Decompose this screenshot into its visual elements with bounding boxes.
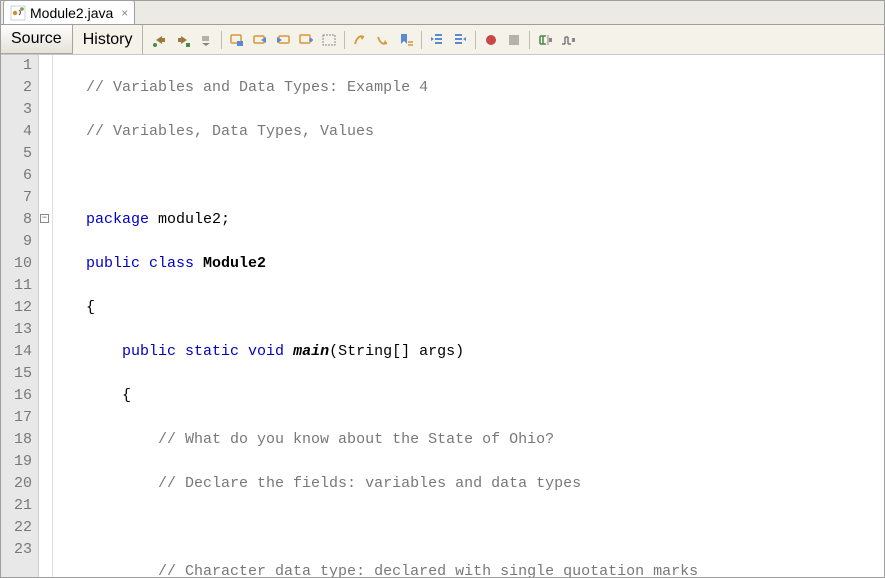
toggle-highlight-icon[interactable] xyxy=(295,29,317,51)
code-text: public class xyxy=(86,255,203,272)
stop-macro-icon[interactable] xyxy=(503,29,525,51)
code-content[interactable]: // Variables and Data Types: Example 4 /… xyxy=(53,55,884,577)
java-file-icon xyxy=(10,5,26,21)
line-number: 17 xyxy=(9,407,32,429)
line-number: 1 xyxy=(9,55,32,77)
line-number: 21 xyxy=(9,495,32,517)
prev-bookmark-icon[interactable] xyxy=(349,29,371,51)
find-selection-icon[interactable] xyxy=(226,29,248,51)
code-text: module2; xyxy=(149,211,230,228)
line-number: 4 xyxy=(9,121,32,143)
line-number: 23 xyxy=(9,539,32,561)
comment-icon[interactable] xyxy=(534,29,556,51)
editor-toolbar xyxy=(143,25,579,54)
view-toolbar-row: Source History xyxy=(1,25,884,55)
line-number: 16 xyxy=(9,385,32,407)
file-tab-label: Module2.java xyxy=(30,5,113,21)
dropdown-icon[interactable] xyxy=(195,29,217,51)
code-text: public static xyxy=(122,343,248,360)
shift-left-icon[interactable] xyxy=(426,29,448,51)
line-number: 19 xyxy=(9,451,32,473)
start-macro-icon[interactable] xyxy=(480,29,502,51)
code-text: // Character data type: declared with si… xyxy=(158,563,698,577)
code-text: void xyxy=(248,343,293,360)
find-prev-icon[interactable] xyxy=(249,29,271,51)
toggle-bookmark-icon[interactable] xyxy=(395,29,417,51)
shift-right-icon[interactable] xyxy=(449,29,471,51)
toolbar-separator xyxy=(344,31,345,49)
line-number: 3 xyxy=(9,99,32,121)
toolbar-separator xyxy=(421,31,422,49)
file-tab[interactable]: Module2.java × xyxy=(3,0,135,24)
line-number: 14 xyxy=(9,341,32,363)
code-text: package xyxy=(86,211,149,228)
code-text: { xyxy=(86,299,95,316)
line-number: 11 xyxy=(9,275,32,297)
toolbar-separator xyxy=(221,31,222,49)
line-number: 8 xyxy=(9,209,32,231)
code-text: Module2 xyxy=(203,255,266,272)
line-number: 6 xyxy=(9,165,32,187)
uncomment-icon[interactable] xyxy=(557,29,579,51)
code-text: // Declare the fields: variables and dat… xyxy=(158,475,581,492)
line-number: 20 xyxy=(9,473,32,495)
code-text: // Variables and Data Types: Example 4 xyxy=(86,79,428,96)
code-editor[interactable]: 1 2 3 4 5 6 7 8 9 10 11 12 13 14 15 16 1… xyxy=(1,55,884,577)
code-text: (String[] args) xyxy=(329,343,464,360)
toggle-rect-selection-icon[interactable] xyxy=(318,29,340,51)
line-number: 2 xyxy=(9,77,32,99)
fold-column: − xyxy=(39,55,53,577)
file-tab-bar: Module2.java × xyxy=(1,1,884,25)
close-icon[interactable]: × xyxy=(117,6,128,20)
toolbar-separator xyxy=(475,31,476,49)
fold-toggle-icon[interactable]: − xyxy=(40,214,49,223)
next-bookmark-icon[interactable] xyxy=(372,29,394,51)
nav-forward-icon[interactable] xyxy=(172,29,194,51)
code-text: main xyxy=(293,343,329,360)
line-number: 22 xyxy=(9,517,32,539)
line-number: 15 xyxy=(9,363,32,385)
line-number: 5 xyxy=(9,143,32,165)
code-text: // What do you know about the State of O… xyxy=(158,431,554,448)
tab-history[interactable]: History xyxy=(73,25,144,54)
find-next-icon[interactable] xyxy=(272,29,294,51)
line-number: 10 xyxy=(9,253,32,275)
tab-source[interactable]: Source xyxy=(1,25,73,54)
nav-back-icon[interactable] xyxy=(149,29,171,51)
line-number: 13 xyxy=(9,319,32,341)
code-text: // Variables, Data Types, Values xyxy=(86,123,374,140)
line-number: 9 xyxy=(9,231,32,253)
line-number: 12 xyxy=(9,297,32,319)
line-number: 18 xyxy=(9,429,32,451)
code-text: { xyxy=(122,387,131,404)
line-number: 7 xyxy=(9,187,32,209)
toolbar-separator xyxy=(529,31,530,49)
line-number-gutter: 1 2 3 4 5 6 7 8 9 10 11 12 13 14 15 16 1… xyxy=(1,55,39,577)
